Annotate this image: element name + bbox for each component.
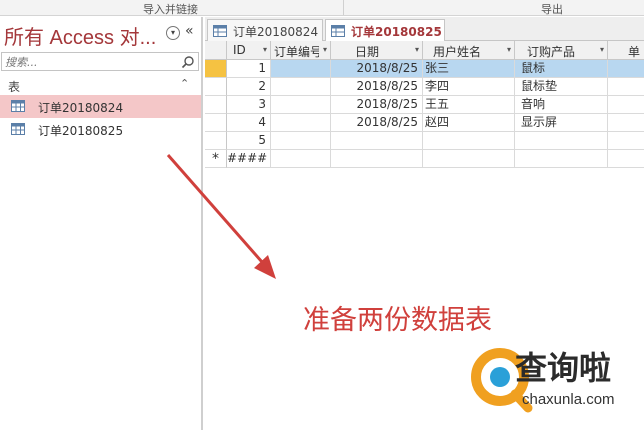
column-header-id[interactable]: ID ▾ xyxy=(227,41,271,60)
ribbon-separator xyxy=(343,0,344,15)
cell-order-no[interactable] xyxy=(271,78,331,96)
cell-product[interactable]: 显示屏 xyxy=(515,114,608,132)
cell-product[interactable] xyxy=(515,132,608,150)
cell-user[interactable]: 李四 xyxy=(423,78,515,96)
tab-label: 订单20180825 xyxy=(351,25,442,39)
cell-more[interactable] xyxy=(608,114,644,132)
navigation-pane: 所有 Access 对... ▾ « 表 ⌃ 订单20180824 xyxy=(0,17,203,430)
nav-item-label: 订单20180824 xyxy=(38,101,124,115)
collapse-pane-icon[interactable]: « xyxy=(185,23,194,39)
document-tabs: 订单20180824 订单20180825 xyxy=(205,17,644,42)
cell-more[interactable] xyxy=(608,150,644,168)
new-record-marker: * xyxy=(205,150,227,168)
ribbon-group-import-link[interactable]: 导入并链接 xyxy=(143,1,198,17)
row-selector[interactable] xyxy=(205,132,227,150)
row-selector[interactable] xyxy=(205,78,227,96)
cell-user[interactable] xyxy=(423,150,515,168)
table-row[interactable]: 5 xyxy=(205,132,644,150)
annotation-text: 准备两份数据表 xyxy=(303,305,492,336)
cell-order-no[interactable] xyxy=(271,114,331,132)
cell-product[interactable]: 音响 xyxy=(515,96,608,114)
cell-user[interactable]: 王五 xyxy=(423,96,515,114)
cell-date[interactable] xyxy=(331,132,423,150)
nav-item-table-2[interactable]: 订单20180825 xyxy=(0,118,201,141)
tab-orders-20180824[interactable]: 订单20180824 xyxy=(207,19,323,41)
tab-orders-20180825[interactable]: 订单20180825 xyxy=(325,19,445,42)
chevron-down-icon[interactable]: ▾ xyxy=(507,45,511,54)
watermark-url: chaxunla.com xyxy=(522,391,615,408)
table-icon xyxy=(213,25,227,37)
cell-user[interactable] xyxy=(423,132,515,150)
cell-product[interactable] xyxy=(515,150,608,168)
cell-order-no[interactable] xyxy=(271,132,331,150)
cell-order-no[interactable] xyxy=(271,60,331,78)
cell-id[interactable]: 5 xyxy=(227,132,271,150)
cell-more[interactable] xyxy=(608,60,644,78)
cell-order-no[interactable] xyxy=(271,150,331,168)
column-header-label: ID xyxy=(233,43,246,57)
column-header-date[interactable]: 日期 ▾ xyxy=(331,41,423,60)
cell-date[interactable]: 2018/8/25 xyxy=(331,96,423,114)
new-record-row[interactable]: * #### xyxy=(205,150,644,168)
chevron-down-icon[interactable]: ▾ xyxy=(323,45,327,54)
chevron-down-icon[interactable]: ▾ xyxy=(166,26,180,40)
cell-more[interactable] xyxy=(608,132,644,150)
nav-header: 所有 Access 对... ▾ « xyxy=(0,17,201,51)
nav-item-label: 订单20180825 xyxy=(38,124,124,138)
table-icon xyxy=(11,100,25,112)
cell-date[interactable] xyxy=(331,150,423,168)
search-icon[interactable] xyxy=(181,55,195,69)
cell-more[interactable] xyxy=(608,78,644,96)
ribbon: 导入并链接 导出 xyxy=(0,0,644,16)
table-row[interactable]: 1 2018/8/25 张三 鼠标 xyxy=(205,60,644,78)
cell-more[interactable] xyxy=(608,96,644,114)
table-icon xyxy=(331,25,345,37)
table-icon xyxy=(11,123,25,135)
column-header-label: 日期 xyxy=(355,45,380,59)
column-header-product[interactable]: 订购产品 ▾ xyxy=(515,41,608,60)
column-header-order-no[interactable]: 订单编号 ▾ xyxy=(271,41,331,60)
cell-date[interactable]: 2018/8/25 xyxy=(331,78,423,96)
tab-label: 订单20180824 xyxy=(233,25,319,39)
watermark-name: 查询啦 xyxy=(515,349,612,387)
chevron-down-icon[interactable]: ▾ xyxy=(415,45,419,54)
cell-id[interactable]: #### xyxy=(227,150,271,168)
table-row[interactable]: 3 2018/8/25 王五 音响 xyxy=(205,96,644,114)
nav-title[interactable]: 所有 Access 对... xyxy=(4,21,156,50)
cell-id[interactable]: 3 xyxy=(227,96,271,114)
cell-user[interactable]: 张三 xyxy=(423,60,515,78)
ribbon-group-export[interactable]: 导出 xyxy=(541,1,563,17)
cell-user[interactable]: 赵四 xyxy=(423,114,515,132)
row-selector[interactable] xyxy=(205,96,227,114)
cell-id[interactable]: 2 xyxy=(227,78,271,96)
cell-date[interactable]: 2018/8/25 xyxy=(331,114,423,132)
column-header-label: 用户姓名 xyxy=(433,45,482,59)
table-row[interactable]: 2 2018/8/25 李四 鼠标垫 xyxy=(205,78,644,96)
row-selector[interactable] xyxy=(205,114,227,132)
cell-order-no[interactable] xyxy=(271,96,331,114)
column-header-user[interactable]: 用户姓名 ▾ xyxy=(423,41,515,60)
search-box xyxy=(1,52,199,71)
chevron-down-icon[interactable]: ▾ xyxy=(600,45,604,54)
cell-product[interactable]: 鼠标 xyxy=(515,60,608,78)
select-all-corner[interactable] xyxy=(205,41,227,60)
cell-id[interactable]: 4 xyxy=(227,114,271,132)
cell-date[interactable]: 2018/8/25 xyxy=(331,60,423,78)
chevron-up-icon[interactable]: ⌃ xyxy=(180,77,189,90)
column-header-label: 订单编号 xyxy=(274,45,319,59)
column-header-label: 单 xyxy=(628,45,641,59)
cell-product[interactable]: 鼠标垫 xyxy=(515,78,608,96)
row-selector[interactable] xyxy=(205,60,227,78)
column-header-label: 订购产品 xyxy=(527,45,576,59)
table-row[interactable]: 4 2018/8/25 赵四 显示屏 xyxy=(205,114,644,132)
column-header-more[interactable]: 单 xyxy=(608,41,644,60)
cell-id[interactable]: 1 xyxy=(227,60,271,78)
chevron-down-icon[interactable]: ▾ xyxy=(263,45,267,54)
nav-group-tables[interactable]: 表 ⌃ xyxy=(0,75,201,95)
nav-group-label: 表 xyxy=(8,80,21,94)
nav-item-table-1[interactable]: 订单20180824 xyxy=(0,95,201,118)
search-input[interactable] xyxy=(5,55,175,69)
